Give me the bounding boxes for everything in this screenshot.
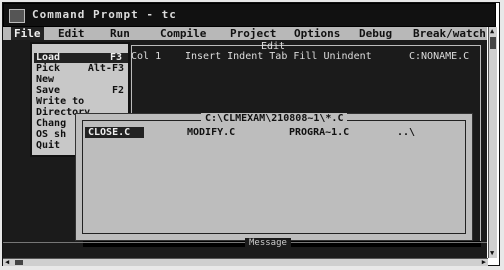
dos-screen: File Edit Run Compile Project Options De… (3, 27, 487, 258)
menu-run[interactable]: Run (110, 27, 130, 40)
file-menu-load-shortcut: F3 (109, 52, 122, 63)
file-menu-pick-shortcut: Alt-F3 (87, 63, 124, 74)
vertical-scroll-thumb[interactable] (490, 37, 496, 49)
menu-file[interactable]: File (11, 27, 44, 40)
message-title: Message (245, 238, 291, 248)
file-menu-write-to[interactable]: Write to (36, 97, 84, 107)
file-menu-save-shortcut: F2 (111, 85, 124, 96)
file-entry-progra[interactable]: PROGRA~1.C (289, 127, 349, 138)
menu-break-watch[interactable]: Break/watch (413, 27, 486, 40)
file-menu-quit[interactable]: Quit (36, 141, 60, 151)
file-list: C:\CLMEXAM\210808~1\*.C CLOSE.C MODIFY.C… (82, 113, 466, 234)
file-menu-load-label: Load (36, 52, 61, 63)
file-entry-modify[interactable]: MODIFY.C (187, 127, 235, 138)
status-column: Col 1 (131, 51, 162, 62)
scroll-down-icon[interactable]: ▼ (490, 250, 494, 257)
terminal-icon[interactable] (9, 9, 25, 23)
menu-options[interactable]: Options (294, 27, 340, 40)
file-menu-save[interactable]: Save F2 (36, 86, 126, 96)
status-filename: C:NONAME.C (409, 51, 470, 62)
file-entry-close[interactable]: CLOSE.C (85, 127, 145, 138)
file-menu-load[interactable]: Load F3 (34, 53, 128, 63)
menu-compile[interactable]: Compile (160, 27, 206, 40)
menu-debug[interactable]: Debug (359, 27, 392, 40)
menu-bar: File Edit Run Compile Project Options De… (3, 27, 487, 40)
file-menu-pick-label: Pick (36, 63, 61, 74)
file-menu-os-shell[interactable]: OS sh (36, 130, 66, 140)
menu-edit[interactable]: Edit (58, 27, 85, 40)
scroll-left-icon[interactable]: ◀ (5, 259, 9, 266)
scroll-up-icon[interactable]: ▲ (490, 28, 494, 35)
menu-project[interactable]: Project (230, 27, 276, 40)
horizontal-scroll-thumb[interactable] (15, 260, 23, 265)
window-titlebar[interactable]: Command Prompt - tc (3, 3, 496, 27)
file-menu-new[interactable]: New (36, 75, 54, 85)
vertical-scrollbar[interactable]: ▲ ▼ (488, 27, 497, 258)
file-menu-change-dir[interactable]: Chang (36, 119, 66, 129)
window-title: Command Prompt - tc (32, 8, 177, 21)
scroll-right-icon[interactable]: ▶ (482, 259, 486, 266)
horizontal-scrollbar[interactable]: ◀ ▶ (3, 258, 488, 266)
dialog-title: C:\CLMEXAM\210808~1\*.C (201, 113, 348, 124)
file-menu-save-label: Save (36, 85, 61, 96)
load-file-dialog: C:\CLMEXAM\210808~1\*.C CLOSE.C MODIFY.C… (75, 113, 473, 241)
file-entry-parent-dir[interactable]: ..\ (397, 127, 415, 138)
status-mode: Insert Indent Tab Fill Unindent (185, 51, 372, 62)
file-menu-pick[interactable]: Pick Alt-F3 (36, 64, 126, 74)
